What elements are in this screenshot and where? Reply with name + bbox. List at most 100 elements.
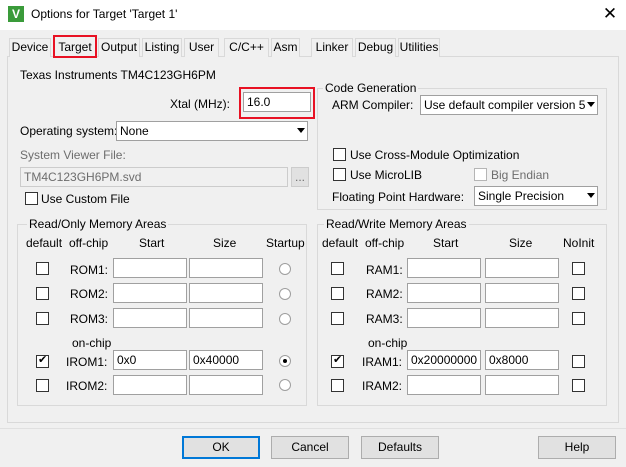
ram2-default-checkbox[interactable] [331,287,344,300]
svd-browse-button[interactable]: ... [291,167,309,187]
arm-compiler-value: Use default compiler version 5 [424,98,586,112]
iram2-label: IRAM2: [362,379,403,393]
rom-header-offchip: off-chip [69,236,109,250]
rom-header-startup: Startup [266,236,305,250]
iram2-noinit-checkbox[interactable] [572,379,585,392]
rom1-default-checkbox[interactable] [36,262,49,275]
iram1-size-input[interactable]: 0x8000 [485,350,559,370]
rom-header-default: default [26,236,63,250]
xtal-input[interactable]: 16.0 [243,92,311,112]
rom-header-start: Start [139,236,165,250]
tab-utilities[interactable]: Utilities [398,38,440,57]
ram2-start-input[interactable] [407,283,481,303]
custom-file-label: Use Custom File [41,192,130,206]
os-select-value: None [120,124,149,138]
tab-device[interactable]: Device [9,38,51,57]
ram-header-start: Start [433,236,459,250]
irom2-default-checkbox[interactable] [36,379,49,392]
tab-linker[interactable]: Linker [311,38,353,57]
irom1-startup-radio[interactable] [279,355,291,367]
big-endian-label: Big Endian [491,168,550,182]
rom2-start-input[interactable] [113,283,187,303]
custom-file-checkbox[interactable] [25,192,38,205]
irom1-start-input[interactable]: 0x0 [113,350,187,370]
code-generation-title: Code Generation [323,81,419,95]
device-name: Texas Instruments TM4C123GH6PM [20,68,216,82]
iram2-default-checkbox[interactable] [331,379,344,392]
iram2-size-input[interactable] [485,375,559,395]
cancel-button[interactable]: Cancel [271,436,349,459]
ram-header-default: default [322,236,359,250]
ram2-size-input[interactable] [485,283,559,303]
rom-header-size: Size [213,236,237,250]
tab-listing[interactable]: Listing [142,38,182,57]
fph-select[interactable]: Single Precision [474,186,598,206]
irom2-label: IROM2: [66,379,108,393]
rom1-start-input[interactable] [113,258,187,278]
rom2-size-input[interactable] [189,283,263,303]
irom2-startup-radio[interactable] [279,379,291,391]
tab-target[interactable]: Target [53,35,97,58]
app-logo-icon: V [8,6,24,22]
tab-debug[interactable]: Debug [355,38,396,57]
ram2-noinit-checkbox[interactable] [572,287,585,300]
cross-module-label: Use Cross-Module Optimization [350,148,520,162]
fph-value: Single Precision [478,189,565,203]
close-icon[interactable]: ✕ [598,3,622,25]
help-button[interactable]: Help [538,436,616,459]
ram-header-size: Size [509,236,533,250]
cross-module-checkbox[interactable] [333,148,346,161]
tab-asm[interactable]: Asm [271,38,300,57]
svd-input[interactable]: TM4C123GH6PM.svd [20,167,288,187]
iram2-start-input[interactable] [407,375,481,395]
rom3-start-input[interactable] [113,308,187,328]
rom2-startup-radio[interactable] [279,288,291,300]
rom-group-title: Read/Only Memory Areas [27,217,169,231]
os-label: Operating system: [20,124,118,138]
rom3-default-checkbox[interactable] [36,312,49,325]
ok-button[interactable]: OK [182,436,260,459]
irom1-size-input[interactable]: 0x40000 [189,350,263,370]
ram1-default-checkbox[interactable] [331,262,344,275]
microlib-checkbox[interactable] [333,168,346,181]
big-endian-checkbox[interactable] [474,168,487,181]
microlib-label: Use MicroLIB [350,168,423,182]
svd-label: System Viewer File: [20,148,126,162]
rom3-startup-radio[interactable] [279,313,291,325]
tab-cc[interactable]: C/C++ [224,38,269,57]
rom1-startup-radio[interactable] [279,263,291,275]
ram1-noinit-checkbox[interactable] [572,262,585,275]
os-select[interactable]: None [116,121,308,141]
irom2-start-input[interactable] [113,375,187,395]
button-bar-divider [0,428,626,429]
xtal-label: Xtal (MHz): [170,97,230,111]
ram3-start-input[interactable] [407,308,481,328]
ram1-label: RAM1: [366,263,403,277]
ram1-size-input[interactable] [485,258,559,278]
defaults-button[interactable]: Defaults [361,436,439,459]
ram3-default-checkbox[interactable] [331,312,344,325]
iram1-default-checkbox[interactable] [331,353,344,368]
ram-header-offchip: off-chip [365,236,405,250]
rom1-size-input[interactable] [189,258,263,278]
window-title: Options for Target 'Target 1' [31,7,178,21]
ram-header-noinit: NoInit [563,236,595,250]
irom2-size-input[interactable] [189,375,263,395]
iram1-start-input[interactable]: 0x20000000 [407,350,481,370]
arm-compiler-select[interactable]: Use default compiler version 5 [420,95,598,115]
rom2-default-checkbox[interactable] [36,287,49,300]
ram3-size-input[interactable] [485,308,559,328]
ram3-noinit-checkbox[interactable] [572,312,585,325]
ram1-start-input[interactable] [407,258,481,278]
irom1-default-checkbox[interactable] [36,353,49,368]
rom-onchip-label: on-chip [72,336,112,350]
irom1-label: IROM1: [66,355,108,369]
ram-group-title: Read/Write Memory Areas [324,217,469,231]
tab-user[interactable]: User [184,38,219,57]
fph-label: Floating Point Hardware: [332,190,465,204]
rom3-size-input[interactable] [189,308,263,328]
tab-output[interactable]: Output [98,38,140,57]
chevron-down-icon [587,102,595,107]
iram1-noinit-checkbox[interactable] [572,355,585,368]
ram3-label: RAM3: [366,312,403,326]
